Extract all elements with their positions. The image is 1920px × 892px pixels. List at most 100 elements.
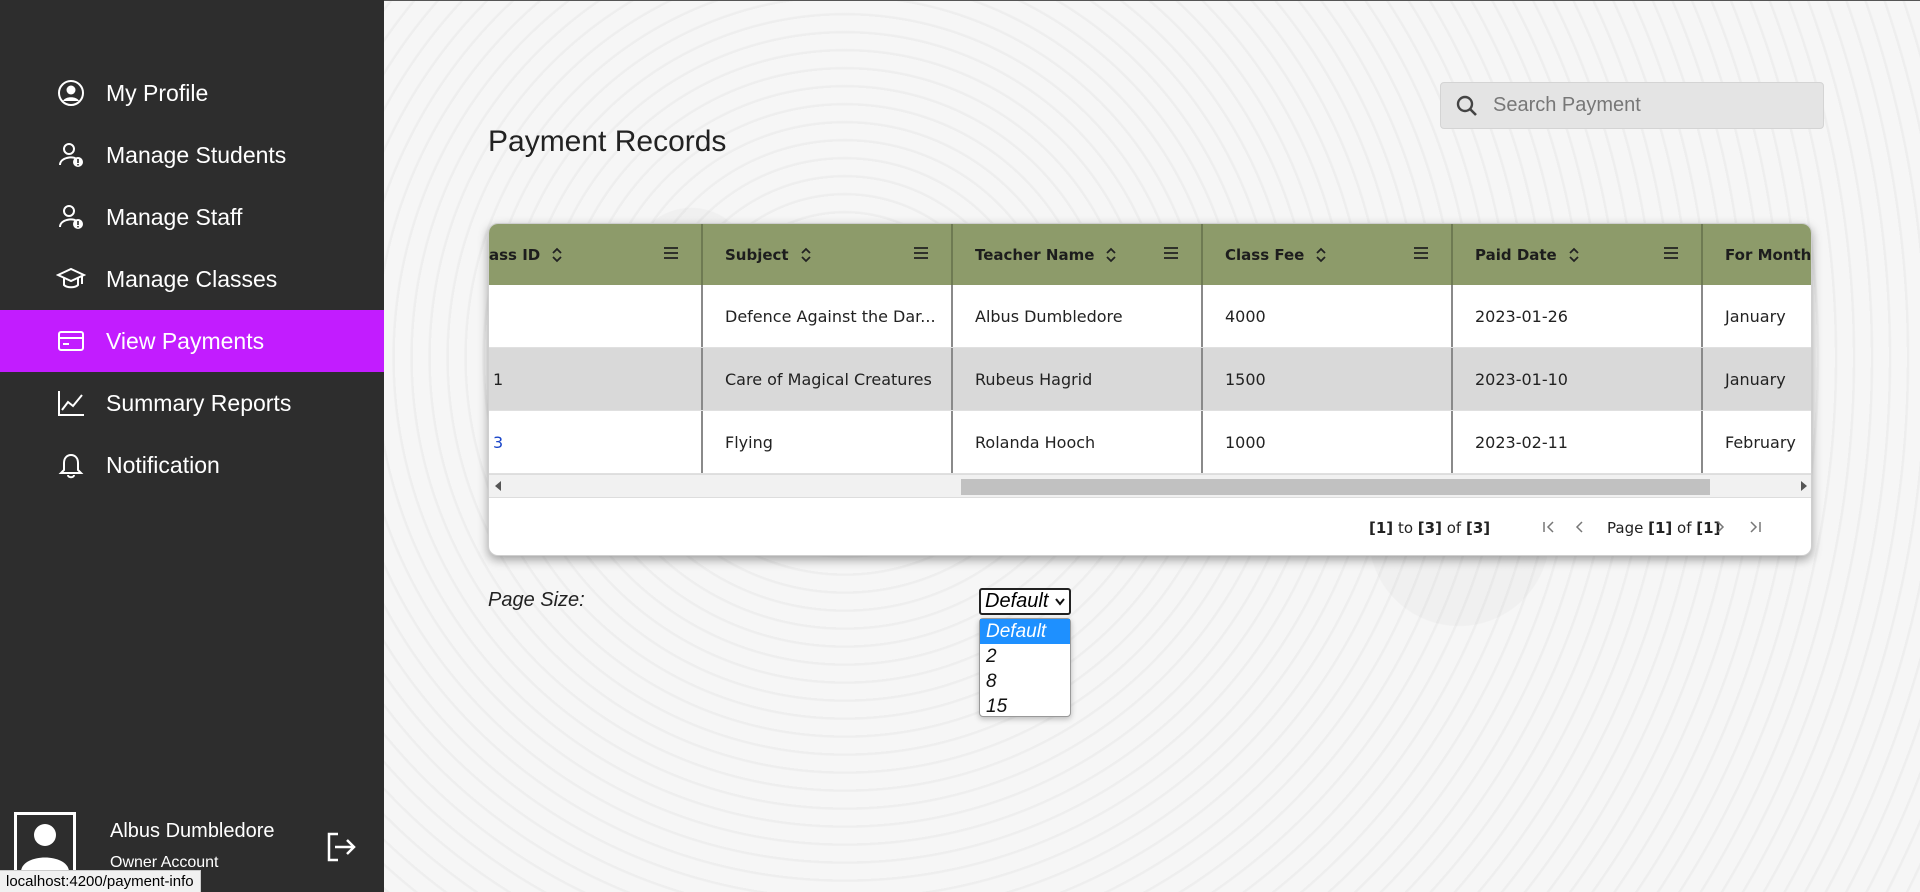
page-size-option[interactable]: Default [980, 619, 1070, 644]
table-row[interactable]: 1 Care of Magical Creatures Rubeus Hagri… [489, 348, 1811, 411]
column-header-subject[interactable]: Subject [703, 224, 953, 285]
sidebar-item-label: My Profile [106, 79, 209, 106]
chevron-down-icon [1055, 598, 1065, 606]
previous-page-icon[interactable] [1569, 517, 1589, 537]
page-label: Page [1607, 519, 1644, 537]
sort-icon[interactable] [550, 246, 564, 264]
cell-paid-date: 2023-01-26 [1453, 285, 1703, 347]
page-title: Payment Records [488, 125, 727, 158]
sidebar-item-view-payments[interactable]: View Payments [0, 310, 384, 372]
pagination: [1] to [3] of [3] Page [1] of [1] [489, 499, 1811, 555]
cell-teacher-name: Rubeus Hagrid [953, 348, 1203, 410]
cell-class-id: 3 [489, 411, 703, 473]
payment-grid: ass ID Subject Teacher Name Class Fee Pa [488, 223, 1812, 556]
horizontal-scrollbar[interactable] [489, 474, 1811, 498]
of-label: of [1677, 519, 1692, 537]
sort-icon[interactable] [1314, 246, 1328, 264]
page-size-select[interactable]: Default [979, 588, 1071, 615]
user-name: Albus Dumbledore [110, 820, 275, 842]
page-size-selected: Default [985, 590, 1049, 612]
first-page-icon[interactable] [1539, 517, 1559, 537]
grid-body: Defence Against the Dar... Albus Dumbled… [489, 285, 1811, 474]
user-circle-icon [56, 78, 86, 108]
column-header-label: Teacher Name [975, 245, 1095, 264]
next-page-icon[interactable] [1711, 517, 1731, 537]
sidebar-item-label: Summary Reports [106, 389, 292, 416]
cell-class-fee: 4000 [1203, 285, 1453, 347]
cell-for-month: January [1725, 306, 1786, 326]
page-size-option[interactable]: 2 [980, 644, 1070, 669]
sidebar-item-manage-students[interactable]: Manage Students [0, 124, 384, 186]
column-header-class-fee[interactable]: Class Fee [1203, 224, 1453, 285]
avatar [14, 812, 76, 874]
table-row[interactable]: Defence Against the Dar... Albus Dumbled… [489, 285, 1811, 348]
column-header-paid-date[interactable]: Paid Date [1453, 224, 1703, 285]
user-alert-icon [56, 202, 86, 232]
line-chart-icon [56, 388, 86, 418]
column-menu-icon[interactable] [1663, 246, 1679, 260]
sort-icon[interactable] [1567, 246, 1581, 264]
sidebar-item-manage-classes[interactable]: Manage Classes [0, 248, 384, 310]
cell-for-month: February [1725, 432, 1796, 452]
cell-for-month: January [1725, 369, 1786, 389]
grid-header: ass ID Subject Teacher Name Class Fee Pa [489, 224, 1812, 285]
sidebar-item-notification[interactable]: Notification [0, 434, 384, 496]
column-header-label: Class Fee [1225, 245, 1305, 264]
row-summary: [1] to [3] of [3] [1369, 519, 1490, 537]
search-input[interactable] [1493, 94, 1813, 117]
cell-class-id: 1 [489, 348, 703, 410]
column-header-label: Subject [725, 245, 789, 264]
search-icon [1455, 94, 1479, 118]
sidebar-item-label: Notification [106, 451, 220, 478]
row-from: [1] [1369, 519, 1394, 537]
column-menu-icon[interactable] [1413, 246, 1429, 260]
cell-teacher-name: Rolanda Hooch [953, 411, 1203, 473]
column-header-label: For Month [1725, 245, 1812, 264]
of-label: of [1446, 519, 1462, 537]
sidebar-item-summary-reports[interactable]: Summary Reports [0, 372, 384, 434]
page-size-dropdown: Default 2 8 15 [979, 618, 1071, 717]
sidebar-item-label: Manage Students [106, 141, 287, 168]
sort-icon[interactable] [1104, 246, 1118, 264]
cell-class-id [489, 285, 703, 347]
row-total: [3] [1465, 519, 1491, 537]
scroll-right-icon[interactable] [1801, 481, 1807, 491]
column-header-teacher-name[interactable]: Teacher Name [953, 224, 1203, 285]
sidebar-item-my-profile[interactable]: My Profile [0, 62, 384, 124]
column-header-label: ass ID [489, 245, 541, 264]
sort-icon[interactable] [799, 246, 813, 264]
column-header-class-id[interactable]: ass ID [489, 224, 703, 285]
cell-subject: Defence Against the Dar... [703, 285, 953, 347]
scrollbar-thumb[interactable] [961, 479, 1710, 495]
column-menu-icon[interactable] [1163, 246, 1179, 260]
cell-class-fee: 1500 [1203, 348, 1453, 410]
cell-subject: Care of Magical Creatures [703, 348, 953, 410]
scroll-left-icon[interactable] [495, 481, 501, 491]
cell-paid-date: 2023-01-10 [1453, 348, 1703, 410]
page-size-option[interactable]: 15 [980, 694, 1070, 719]
column-header-label: Paid Date [1475, 245, 1557, 264]
column-menu-icon[interactable] [663, 246, 679, 260]
cell-paid-date: 2023-02-11 [1453, 411, 1703, 473]
table-row[interactable]: 3 Flying Rolanda Hooch 1000 2023-02-11 F… [489, 411, 1811, 474]
to-label: to [1397, 519, 1413, 537]
sidebar-item-label: Manage Classes [106, 265, 278, 292]
sidebar: My Profile Manage Students Manage Staff … [0, 0, 384, 892]
credit-card-icon [56, 326, 86, 356]
page-indicator: Page [1] of [1] [1607, 519, 1720, 537]
page-size-label: Page Size: [488, 589, 585, 611]
page-size-option[interactable]: 8 [980, 669, 1070, 694]
column-menu-icon[interactable] [913, 246, 929, 260]
user-alert-icon [56, 140, 86, 170]
main-content: Payment Records ass ID Subject Teacher N… [384, 0, 1920, 892]
sidebar-item-label: View Payments [106, 327, 265, 354]
last-page-icon[interactable] [1745, 517, 1765, 537]
cell-teacher-name: Albus Dumbledore [953, 285, 1203, 347]
column-header-for-month[interactable]: For Month [1703, 224, 1812, 285]
sidebar-item-manage-staff[interactable]: Manage Staff [0, 186, 384, 248]
logout-icon[interactable] [324, 830, 358, 864]
cell-subject: Flying [703, 411, 953, 473]
search-box[interactable] [1440, 82, 1824, 129]
sidebar-nav: My Profile Manage Students Manage Staff … [0, 62, 384, 496]
row-to: [3] [1417, 519, 1442, 537]
